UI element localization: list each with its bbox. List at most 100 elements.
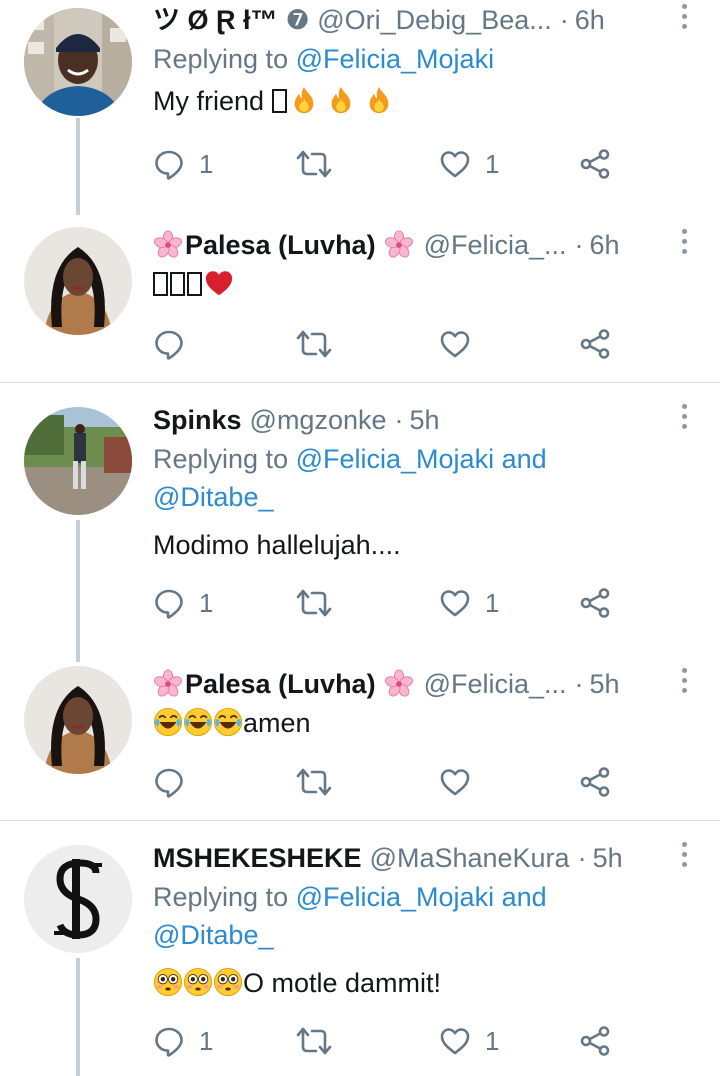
like-button[interactable]: 1: [439, 1021, 499, 1061]
user-handle[interactable]: @mgzonke: [250, 400, 387, 440]
retweet-button[interactable]: [296, 762, 332, 802]
avatar-logo-s[interactable]: [24, 845, 132, 953]
divider: [0, 382, 720, 383]
flushed-face-emoji: [213, 967, 243, 997]
fire-emoji: [326, 85, 356, 115]
missing-glyph-box: [170, 272, 185, 296]
tweet-5[interactable]: MSHEKESHEKE @MaShaneKura · 5h Replying t…: [0, 838, 720, 1076]
tweet-4[interactable]: Palesa (Luvha) @Felicia_... · 5h amen: [0, 664, 720, 820]
timestamp[interactable]: 5h: [593, 838, 623, 878]
like-button[interactable]: [439, 762, 471, 802]
thread-line: [76, 520, 80, 662]
retweet-button[interactable]: [296, 144, 332, 184]
tweet-actions: 1 1: [153, 583, 653, 623]
more-icon[interactable]: [680, 404, 690, 434]
timestamp[interactable]: 6h: [575, 0, 605, 40]
timestamp[interactable]: 5h: [410, 400, 440, 440]
tweet-3[interactable]: Spinks @mgzonke · 5h Replying to @Felici…: [0, 400, 720, 662]
reply-icon: [153, 587, 185, 619]
missing-glyph-box: [271, 89, 287, 113]
replying-to-continued: @Ditabe_: [153, 916, 720, 954]
flushed-face-emoji: [183, 967, 213, 997]
reply-count: 1: [199, 1025, 214, 1056]
thread-line: [76, 118, 80, 215]
share-button[interactable]: [579, 144, 611, 184]
fire-emoji: [289, 85, 319, 115]
retweet-icon: [296, 148, 332, 180]
retweet-button[interactable]: [296, 1021, 332, 1061]
replying-label: Replying to: [153, 44, 289, 74]
like-icon: [439, 148, 471, 180]
more-icon[interactable]: [680, 229, 690, 259]
share-button[interactable]: [579, 1021, 611, 1061]
flushed-face-emoji: [153, 967, 183, 997]
retweet-icon: [296, 328, 332, 360]
share-icon: [579, 148, 611, 180]
timestamp[interactable]: 5h: [590, 664, 620, 704]
retweet-button[interactable]: [296, 324, 332, 364]
tweet-actions: [153, 324, 653, 364]
retweet-icon: [296, 1025, 332, 1057]
avatar-woman-braids[interactable]: [24, 666, 132, 774]
replying-to: Replying to @Felicia_Mojaki and: [153, 440, 720, 478]
timestamp[interactable]: 6h: [590, 225, 620, 265]
user-handle[interactable]: ❼ @Ori_Debig_Bea...: [286, 0, 552, 40]
tweet-2[interactable]: Palesa (Luvha) @Felicia_... · 6h: [0, 225, 720, 383]
retweet-icon: [296, 587, 332, 619]
fire-emoji: [364, 85, 394, 115]
like-icon: [439, 1025, 471, 1057]
tweet-header: Palesa (Luvha) @Felicia_... · 5h: [153, 664, 720, 704]
display-name[interactable]: ツ Ø Ɽ ł™: [153, 0, 278, 40]
avatar-man-standing[interactable]: [24, 407, 132, 515]
like-button[interactable]: 1: [439, 144, 499, 184]
mention-link[interactable]: @Felicia_Mojaki and: [296, 882, 547, 912]
more-icon[interactable]: [680, 4, 690, 34]
like-icon: [439, 766, 471, 798]
tweet-text: [153, 265, 720, 303]
reply-button[interactable]: 1: [153, 583, 213, 623]
like-icon: [439, 587, 471, 619]
share-button[interactable]: [579, 324, 611, 364]
red-heart-emoji: [204, 268, 234, 298]
display-name[interactable]: MSHEKESHEKE: [153, 838, 362, 878]
replying-to-continued: @Ditabe_: [153, 478, 720, 516]
avatar-woman-braids[interactable]: [24, 227, 132, 335]
tweet-actions: [153, 762, 653, 802]
mention-link[interactable]: @Felicia_Mojaki and: [296, 444, 547, 474]
tweet-1[interactable]: ツ Ø Ɽ ł™ ❼ @Ori_Debig_Bea... · 6h Replyi…: [0, 0, 720, 215]
reply-button[interactable]: 1: [153, 1021, 213, 1061]
share-button[interactable]: [579, 583, 611, 623]
reply-button[interactable]: [153, 324, 185, 364]
avatar-man-with-beanie[interactable]: [24, 8, 132, 116]
tweet-text: amen: [153, 704, 720, 742]
cherry-blossom-emoji: [153, 669, 183, 699]
missing-glyph-box: [187, 272, 202, 296]
share-button[interactable]: [579, 762, 611, 802]
mention-link[interactable]: @Ditabe_: [153, 482, 273, 512]
share-icon: [579, 328, 611, 360]
more-icon[interactable]: [680, 842, 690, 872]
retweet-button[interactable]: [296, 583, 332, 623]
user-handle[interactable]: @Felicia_...: [424, 664, 567, 704]
replying-label: Replying to: [153, 444, 289, 474]
more-icon[interactable]: [680, 668, 690, 698]
reply-button[interactable]: 1: [153, 144, 213, 184]
user-handle[interactable]: @MaShaneKura: [370, 838, 570, 878]
mention-link[interactable]: @Felicia_Mojaki: [296, 44, 494, 74]
like-button[interactable]: 1: [439, 583, 499, 623]
tweet-text: My friend: [153, 82, 720, 120]
tweet-header: Spinks @mgzonke · 5h: [153, 400, 720, 440]
display-name[interactable]: Spinks: [153, 400, 242, 440]
user-handle[interactable]: @Felicia_...: [424, 225, 567, 265]
reply-count: 1: [199, 587, 214, 618]
tweet-header: ツ Ø Ɽ ł™ ❼ @Ori_Debig_Bea... · 6h: [153, 0, 720, 40]
cherry-blossom-emoji: [153, 230, 183, 260]
like-button[interactable]: [439, 324, 471, 364]
reply-icon: [153, 328, 185, 360]
reply-icon: [153, 1025, 185, 1057]
cherry-blossom-emoji: [384, 669, 414, 699]
display-name[interactable]: Palesa (Luvha): [185, 225, 376, 265]
mention-link[interactable]: @Ditabe_: [153, 920, 273, 950]
display-name[interactable]: Palesa (Luvha): [185, 664, 376, 704]
reply-button[interactable]: [153, 762, 185, 802]
